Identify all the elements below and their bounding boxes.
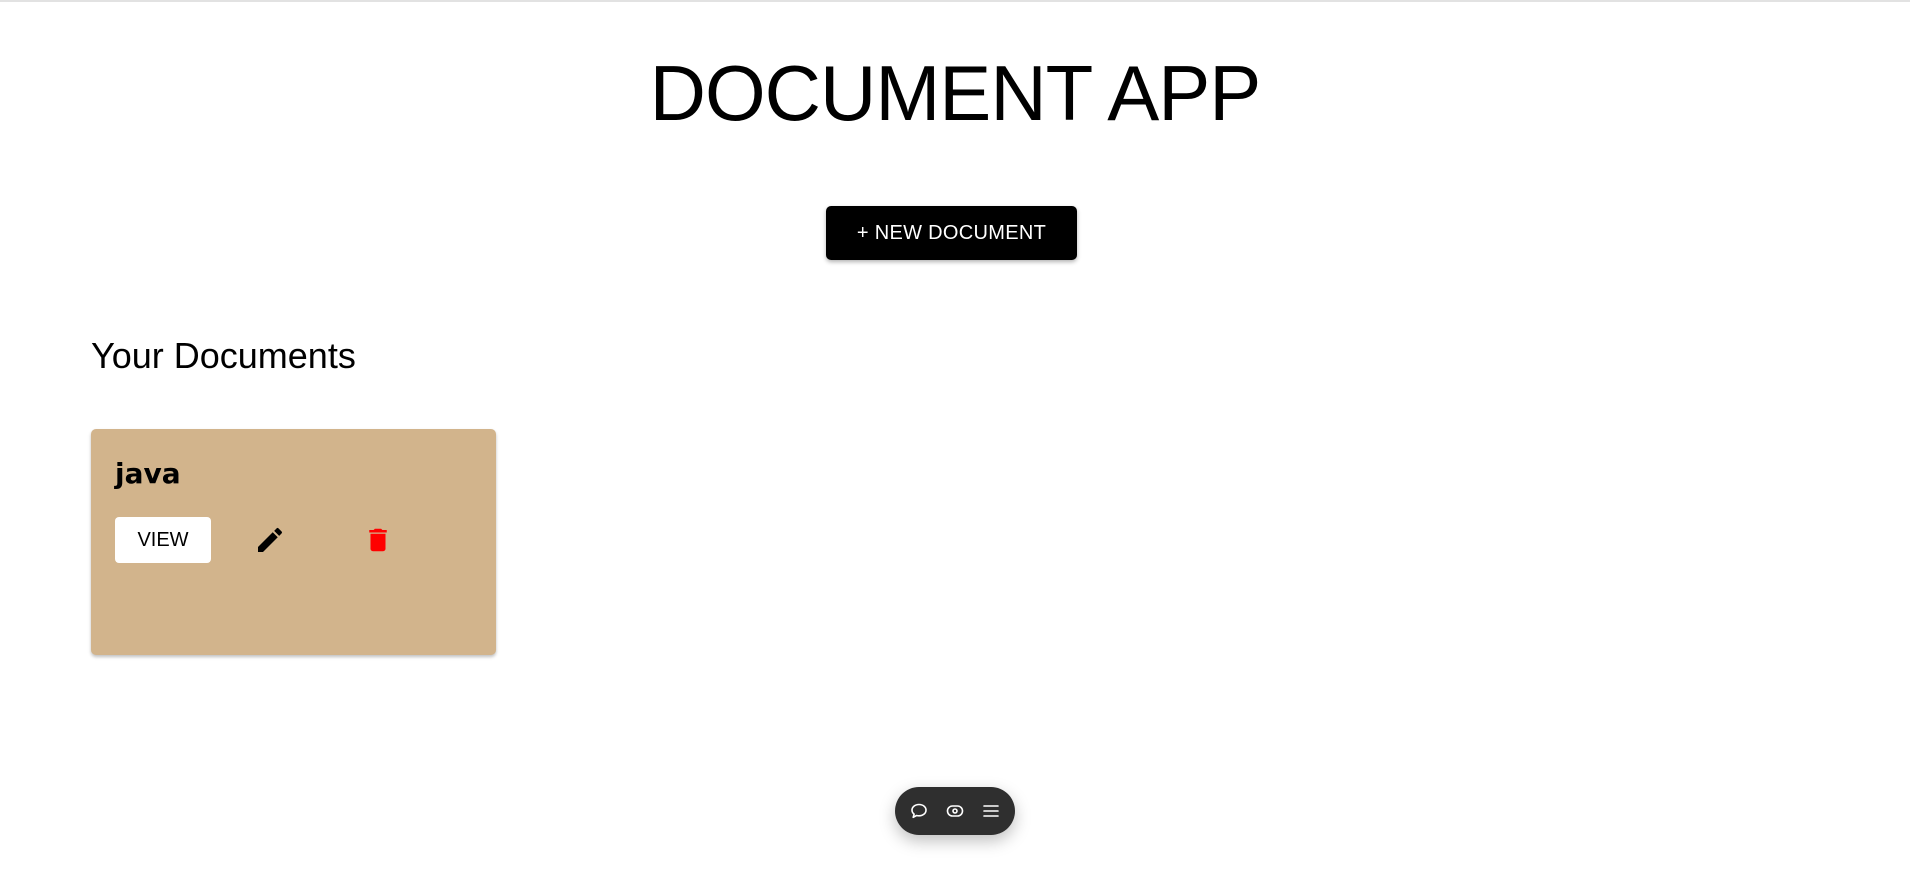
trash-icon: [363, 524, 393, 556]
document-title: java: [115, 457, 181, 490]
eye-icon: [945, 801, 965, 821]
your-documents-heading: Your Documents: [91, 335, 356, 376]
new-document-button[interactable]: + NEW DOCUMENT: [826, 206, 1077, 260]
menu-icon: [981, 801, 1001, 821]
edit-button[interactable]: [248, 518, 292, 562]
app-title: DOCUMENT APP: [649, 49, 1262, 137]
document-card: java VIEW: [91, 429, 496, 655]
top-border: [0, 0, 1910, 2]
comment-icon: [909, 801, 929, 821]
pencil-icon: [254, 524, 286, 556]
view-button[interactable]: VIEW: [115, 517, 211, 563]
comment-button[interactable]: [907, 799, 931, 823]
menu-button[interactable]: [979, 799, 1003, 823]
delete-button[interactable]: [356, 518, 400, 562]
floating-toolbar: [895, 787, 1015, 835]
preview-button[interactable]: [943, 799, 967, 823]
